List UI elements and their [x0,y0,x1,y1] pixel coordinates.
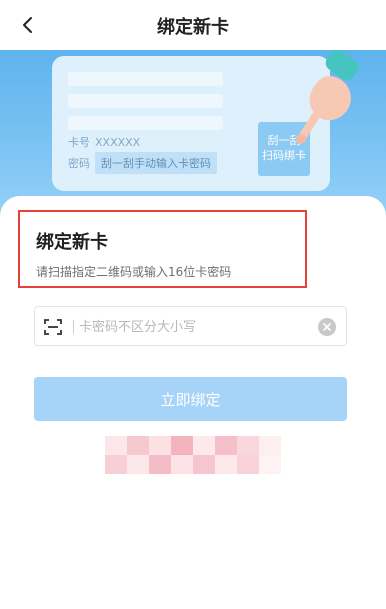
page-title: 绑定新卡 [157,17,229,38]
close-icon [323,323,331,331]
card-password-input[interactable] [79,313,299,341]
card-illustration: 卡号 XXXXXX 密码 刮一刮手动输入卡密码 刮一刮 扫码绑卡 [52,56,330,191]
pointing-hand-icon [296,50,359,144]
clear-icon[interactable] [318,318,336,336]
card-password-hint: 刮一刮手动输入卡密码 [95,152,217,174]
form-subtitle: 请扫描指定二维码或输入16位卡密码 [36,265,232,279]
form-title: 绑定新卡 [36,232,108,253]
card-number-label: 卡号 [68,136,90,149]
card-number-row: 卡号 XXXXXX [68,134,140,150]
scratch-line-2: 扫码绑卡 [262,149,306,162]
card-number-value: XXXXXX [95,135,141,149]
bind-now-button[interactable]: 立即绑定 [34,377,347,421]
input-divider [73,320,74,334]
scan-icon[interactable] [43,317,63,337]
nav-bar: 绑定新卡 [0,0,386,50]
placeholder-line [68,116,223,130]
card-password-row: 密码 刮一刮手动输入卡密码 [68,152,217,174]
placeholder-line [68,94,223,108]
form-sheet: 绑定新卡 请扫描指定二维码或输入16位卡密码 立即绑定 [0,196,386,609]
card-password-field[interactable] [34,306,347,346]
card-password-label: 密码 [68,157,90,170]
redacted-text [105,436,281,474]
placeholder-line [68,72,223,86]
